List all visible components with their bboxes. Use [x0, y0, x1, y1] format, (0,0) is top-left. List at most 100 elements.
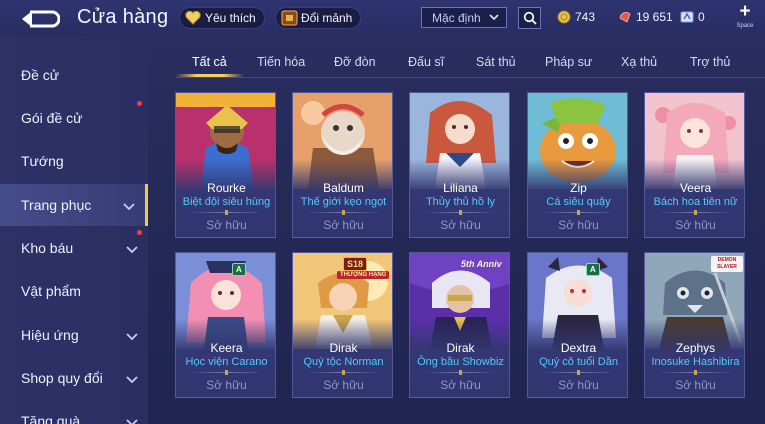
tab-marksman[interactable]: Xạ thủ — [621, 55, 657, 69]
chevron-down-icon — [126, 372, 138, 388]
sort-value: Mặc định — [432, 10, 481, 25]
sidebar-item-skins[interactable]: Trang phục — [0, 184, 148, 226]
sidebar-item-recommended[interactable]: Đề cử — [0, 54, 148, 96]
sidebar-item-recommended-packs[interactable]: Gói đề cử — [0, 97, 148, 139]
sidebar-item-heroes[interactable]: Tướng — [0, 140, 148, 182]
skin-card-dirak-showbiz[interactable]: 5th Anniv Dirak Ông bầu Showbiz Sở hữu — [409, 252, 510, 398]
top-up-button[interactable]: + Space — [733, 2, 757, 32]
owned-status: Sở hữu — [206, 218, 247, 232]
sidebar-item-treasure[interactable]: Kho báu — [0, 227, 148, 269]
skin-artwork — [176, 253, 275, 349]
hero-name: Zephys — [675, 341, 716, 355]
sidebar-item-items[interactable]: Vật phẩm — [0, 270, 148, 312]
sidebar: Đề cử Gói đề cử Tướng Trang phục Kho báu… — [0, 36, 148, 424]
sidebar-item-effects[interactable]: Hiệu ứng — [0, 314, 148, 356]
card-divider — [307, 370, 380, 375]
skin-name: Bách hoa tiên nữ — [653, 196, 738, 208]
favorites-label: Yêu thích — [205, 11, 256, 25]
owned-status: Sở hữu — [206, 378, 247, 392]
hero-name: Zip — [570, 181, 587, 195]
sidebar-item-exchange-shop[interactable]: Shop quy đổi — [0, 357, 148, 399]
chevron-down-icon — [126, 242, 138, 258]
gem-value: 19 651 — [636, 9, 673, 24]
skin-card-baldum[interactable]: Baldum Thế giới kẹo ngọt Sở hữu — [292, 92, 393, 238]
sidebar-item-gifting[interactable]: Tăng quà — [0, 400, 148, 424]
owned-status: Sở hữu — [440, 378, 481, 392]
anniversary-badge: 5th Anniv — [458, 258, 505, 270]
tab-assassin[interactable]: Sát thủ — [476, 55, 516, 69]
search-icon — [523, 11, 537, 25]
chevron-down-icon — [488, 11, 500, 26]
gem-icon — [617, 9, 632, 24]
exchange-button[interactable]: Đổi mảnh — [275, 7, 362, 29]
back-arrow-icon — [22, 10, 61, 28]
skin-card-dirak-norman[interactable]: S18 THƯỢNG HẠNG Dirak Quý tộc Norman Sở … — [292, 252, 393, 398]
skin-name: Học viện Carano — [185, 356, 268, 368]
tab-evolution[interactable]: Tiến hóa — [257, 55, 305, 69]
skin-card-dextra[interactable]: A Dextra Quý cô tuổi Dần Sở hữu — [527, 252, 628, 398]
sort-dropdown[interactable]: Mặc định — [421, 7, 507, 28]
owned-status: Sở hữu — [675, 218, 716, 232]
tab-tank[interactable]: Đỡ đòn — [334, 55, 376, 69]
premium-tier-badge: THƯỢNG HẠNG — [337, 271, 390, 279]
card-divider — [659, 210, 732, 215]
page-title: Cửa hàng — [77, 6, 169, 28]
tab-mage[interactable]: Pháp sư — [545, 55, 592, 69]
skin-name: Thủy thủ hồ ly — [425, 196, 496, 208]
skin-card-liliana[interactable]: Liliana Thủy thủ hồ ly Sở hữu — [409, 92, 510, 238]
card-divider — [190, 370, 263, 375]
search-button[interactable] — [518, 7, 541, 29]
hero-name: Rourke — [207, 181, 246, 195]
tab-all[interactable]: Tất cả — [192, 55, 227, 69]
card-divider — [190, 210, 263, 215]
treasure-icon — [280, 9, 298, 27]
skin-artwork — [410, 93, 509, 189]
hero-name: Keera — [210, 341, 243, 355]
tabs-divider — [176, 77, 765, 78]
hero-name: Baldum — [323, 181, 364, 195]
skin-name: Quý tộc Norman — [303, 356, 384, 368]
skin-name: Cá siêu quậy — [546, 196, 611, 208]
sidebar-item-label: Gói đề cử — [21, 110, 83, 126]
skin-artwork — [293, 93, 392, 189]
sidebar-item-label: Shop quy đổi — [21, 370, 103, 386]
anniversary-badge-label: 5th Anniv — [461, 259, 502, 269]
skin-card-rourke[interactable]: Rourke Biệt đội siêu hùng Sở hữu — [175, 92, 276, 238]
card-divider — [542, 370, 615, 375]
skin-card-zip[interactable]: Zip Cá siêu quậy Sở hữu — [527, 92, 628, 238]
card-divider — [424, 210, 497, 215]
tab-fighter[interactable]: Đấu sĩ — [408, 55, 444, 69]
skin-card-keera[interactable]: A Keera Học viện Carano Sở hữu — [175, 252, 276, 398]
owned-status: Sở hữu — [323, 378, 364, 392]
sidebar-item-label: Đề cử — [21, 67, 60, 83]
hero-name: Liliana — [443, 181, 478, 195]
voucher-value: 0 — [698, 9, 705, 24]
rank-badge-label: A — [236, 265, 242, 274]
skin-artwork — [528, 93, 627, 189]
exchange-label: Đổi mảnh — [301, 11, 353, 25]
back-button[interactable] — [20, 9, 61, 29]
heart-icon — [184, 9, 202, 27]
favorites-button[interactable]: Yêu thích — [179, 7, 265, 29]
collab-badge: DEMON SLAYER — [711, 256, 743, 272]
tab-support[interactable]: Trợ thủ — [690, 55, 730, 69]
top-bar: Cửa hàng Yêu thích Đổi mảnh Mặc định 743… — [0, 0, 765, 36]
skin-name: Quý cô tuổi Dần — [539, 356, 618, 368]
gold-value: 743 — [575, 9, 596, 24]
sidebar-item-label: Trang phục — [21, 197, 92, 213]
skin-card-zephys[interactable]: DEMON SLAYER Zephys Inosuke Hashibira Sở… — [644, 252, 745, 398]
card-divider — [659, 370, 732, 375]
hero-name: Dextra — [560, 341, 597, 355]
season-badge: S18 — [343, 257, 368, 271]
skin-name: Inosuke Hashibira — [651, 356, 740, 368]
notification-dot — [137, 101, 142, 106]
sidebar-item-label: Vật phẩm — [21, 283, 81, 299]
owned-status: Sở hữu — [323, 218, 364, 232]
gold-balance: 743 — [556, 9, 595, 24]
sidebar-item-label: Hiệu ứng — [21, 327, 79, 343]
skin-card-veera[interactable]: Veera Bách hoa tiên nữ Sở hữu — [644, 92, 745, 238]
chevron-down-icon — [126, 415, 138, 424]
sidebar-item-label: Tăng quà — [21, 413, 81, 424]
hero-name: Dirak — [329, 341, 358, 355]
gem-balance: 19 651 — [617, 9, 673, 24]
